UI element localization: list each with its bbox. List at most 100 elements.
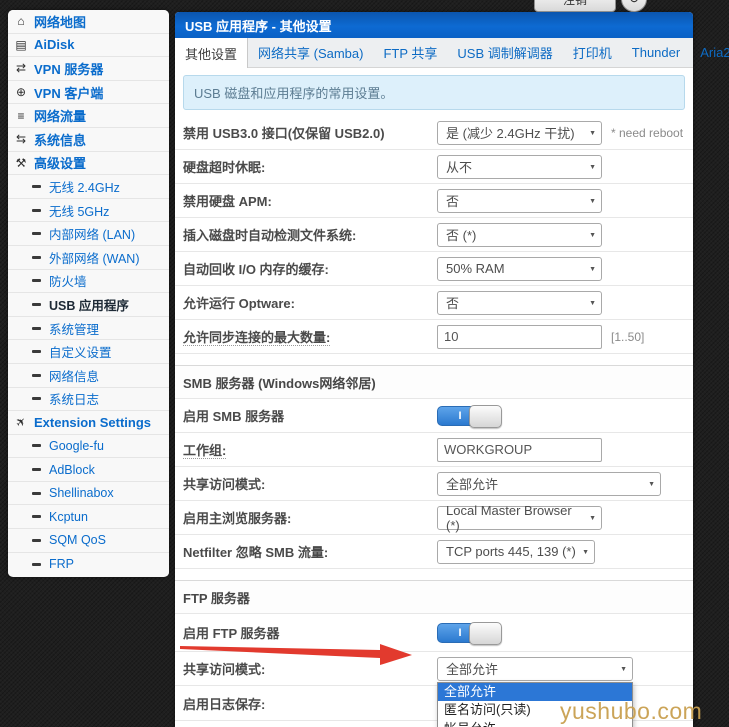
sidebar-item[interactable]: ⇆ 系统信息	[8, 127, 169, 152]
dash-icon	[32, 515, 41, 519]
sidebar-item[interactable]: 网络信息	[8, 363, 169, 388]
reboot-note: * need reboot	[611, 125, 684, 140]
dash-icon	[32, 562, 41, 566]
dash-icon	[32, 326, 41, 330]
dash-icon	[32, 350, 41, 354]
smb-access-mode-select[interactable]: 全部允许 ▼	[437, 471, 661, 496]
sidebar-item[interactable]: 自定义设置	[8, 340, 169, 364]
sidebar-item[interactable]: ⚒ 高级设置	[8, 151, 169, 176]
sidebar-item-label: AiDisk	[34, 37, 75, 53]
chevron-down-icon: ▼	[589, 299, 596, 307]
hdd-apm-select[interactable]: 否 ▼	[437, 188, 602, 213]
master-browser-select[interactable]: Local Master Browser (*) ▼	[437, 503, 602, 533]
sidebar-item[interactable]: 无线 2.4GHz	[8, 175, 169, 199]
io-cache-select[interactable]: 50% RAM ▼	[437, 256, 602, 281]
sidebar-item-label: VPN 客户端	[34, 85, 104, 101]
sidebar-item-label: SQM QoS	[49, 533, 106, 548]
sidebar-item[interactable]: ▤ AiDisk	[8, 33, 169, 58]
usb3-disable-select[interactable]: 是 (减少 2.4GHz 干扰) ▼	[437, 120, 602, 145]
setting-label: 共享访问模式:	[183, 662, 266, 677]
tab[interactable]: 网络共享 (Samba)	[248, 38, 373, 67]
sidebar-item[interactable]: FRP	[8, 552, 169, 577]
sidebar-item[interactable]: 防火墙	[8, 269, 169, 294]
tab[interactable]: 其他设置	[175, 38, 249, 68]
vpn-server-icon: ⇄	[15, 61, 27, 76]
sidebar-item-label: 网络信息	[49, 369, 100, 384]
sidebar-item-label: Google-fu	[49, 438, 104, 453]
dropdown-option[interactable]: 匿名访问(只读)	[438, 701, 632, 720]
tab-label: 网络共享 (Samba)	[258, 46, 364, 61]
logout-button[interactable]: 注销	[534, 0, 616, 12]
dropdown-option[interactable]: 全部允许	[438, 682, 632, 701]
tab-label: FTP 共享	[383, 46, 438, 61]
sidebar-item-label: 无线 2.4GHz	[49, 180, 120, 195]
netfilter-smb-select[interactable]: TCP ports 445, 139 (*) ▼	[437, 539, 595, 564]
tab[interactable]: Aria2	[690, 38, 729, 67]
system-info-icon: ⇆	[15, 132, 27, 147]
page-title: USB 应用程序 - 其他设置	[185, 18, 332, 34]
workgroup-input[interactable]	[437, 437, 602, 462]
sidebar-item[interactable]: Shellinabox	[8, 481, 169, 506]
page-header: USB 应用程序 - 其他设置	[175, 12, 693, 38]
dash-icon	[32, 302, 41, 306]
tab[interactable]: 打印机	[563, 38, 622, 67]
setting-row: 启用 FTP 服务器 I	[175, 614, 693, 652]
hdd-spindown-select[interactable]: 从不 ▼	[437, 154, 602, 179]
setting-row: 启用 SMB 服务器 I	[175, 399, 693, 433]
tab-label: Thunder	[631, 45, 681, 60]
sidebar-item[interactable]: 系统管理	[8, 316, 169, 341]
sidebar-item[interactable]: 外部网络 (WAN)	[8, 245, 169, 270]
dash-icon	[32, 208, 41, 212]
setting-label: 允许运行 Optware:	[183, 296, 295, 311]
sidebar-item-label: VPN 服务器	[34, 61, 104, 77]
sidebar-item-label: 自定义设置	[49, 346, 112, 361]
dash-icon	[32, 232, 41, 236]
setting-label: 启用日志保存:	[183, 696, 266, 712]
ftp-enable-toggle[interactable]: I	[437, 621, 502, 645]
dash-icon	[32, 491, 41, 495]
sidebar-item-label: 网络流量	[34, 109, 87, 125]
dropdown-option[interactable]: 帐号允许	[438, 720, 632, 727]
chevron-down-icon: ▼	[589, 265, 596, 273]
setting-row: 允许同步连接的最大数量: [1..50]	[175, 320, 693, 354]
refresh-button[interactable]: ↻	[621, 0, 647, 12]
dash-icon	[32, 184, 41, 188]
tab[interactable]: USB 调制解调器	[447, 38, 562, 67]
ftp-access-mode-select[interactable]: 全部允许 ▼	[437, 656, 633, 681]
sidebar-item[interactable]: AdBlock	[8, 458, 169, 482]
sidebar-item-label: Kcptun	[49, 509, 88, 524]
sidebar-item-label: 高级设置	[34, 156, 87, 172]
tabs-bar: 其他设置 网络共享 (Samba) FTP 共享 USB 调制解调器 打印机 T…	[175, 38, 729, 68]
sidebar-item[interactable]: USB 应用程序	[8, 293, 169, 317]
home-icon: ⌂	[17, 14, 25, 29]
sidebar-item[interactable]: ⊕ VPN 客户端	[8, 80, 169, 105]
sidebar-item[interactable]: ⇄ VPN 服务器	[8, 57, 169, 81]
setting-row: 共享访问模式: 全部允许 ▼ 全部允许 匿名访问(只读) 帐号允许	[175, 652, 693, 727]
sidebar-item-label: USB 应用程序	[49, 298, 129, 313]
sidebar-item[interactable]: ≡ 网络流量	[8, 104, 169, 128]
sidebar-item[interactable]: ⌂ 网络地图	[8, 10, 169, 34]
setting-label: 禁用 USB3.0 接口(仅保留 USB2.0)	[183, 126, 385, 141]
info-banner: USB 磁盘和应用程序的常用设置。	[183, 75, 685, 110]
sidebar-item[interactable]: 无线 5GHz	[8, 198, 169, 223]
sidebar-item[interactable]: 系统日志	[8, 387, 169, 412]
sidebar-item[interactable]: Kcptun	[8, 505, 169, 530]
max-connections-input[interactable]	[437, 324, 602, 349]
sidebar-item[interactable]: ✈ Extension Settings	[8, 411, 169, 435]
dash-icon	[32, 279, 41, 283]
setting-row: 硬盘超时休眠: 从不 ▼	[175, 150, 693, 184]
sidebar-item[interactable]: SQM QoS	[8, 529, 169, 553]
optware-select[interactable]: 否 ▼	[437, 290, 602, 315]
tab[interactable]: Thunder	[622, 38, 690, 67]
dash-icon	[32, 444, 41, 448]
tab[interactable]: FTP 共享	[373, 38, 447, 67]
smb-enable-toggle[interactable]: I	[437, 404, 502, 428]
dash-icon	[32, 468, 41, 472]
sidebar-item[interactable]: 内部网络 (LAN)	[8, 222, 169, 246]
setting-label: 启用 FTP 服务器	[183, 626, 280, 641]
sidebar-item-label: 外部网络 (WAN)	[49, 251, 140, 266]
fs-autocheck-select[interactable]: 否 (*) ▼	[437, 222, 602, 247]
sidebar-item-label: FRP	[49, 557, 74, 572]
sidebar-item[interactable]: Google-fu	[8, 434, 169, 459]
chevron-down-icon: ▼	[589, 197, 596, 205]
